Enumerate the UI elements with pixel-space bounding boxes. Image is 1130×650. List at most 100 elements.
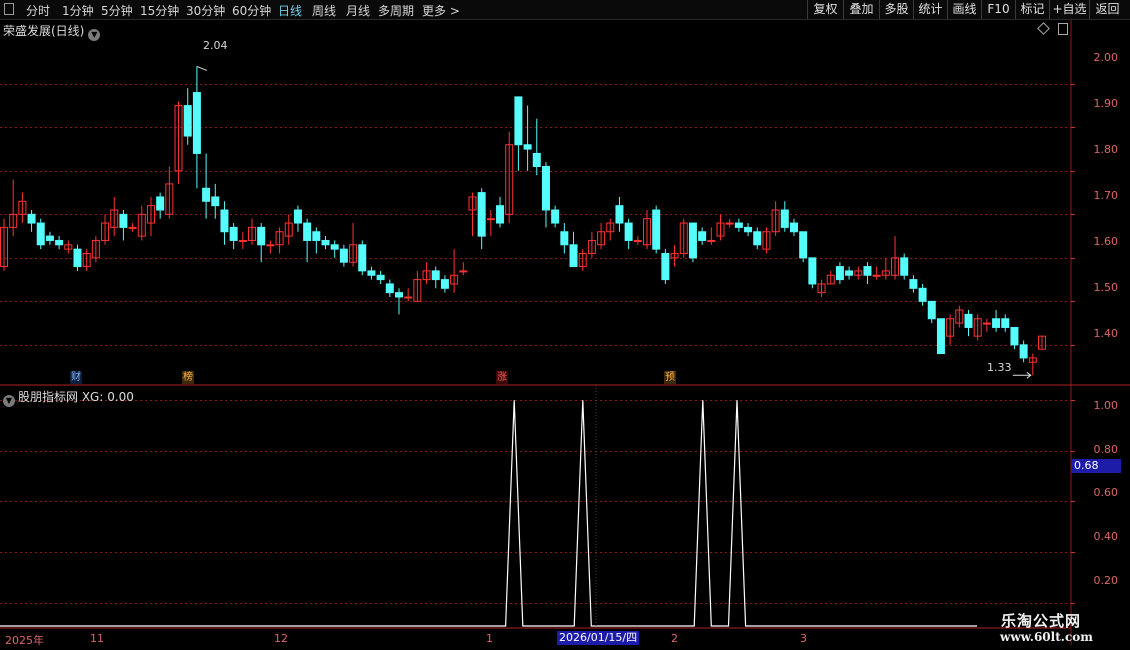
indicator-panel-title: ▼ 股朋指标网 XG: 0.00 [3,388,134,407]
candle-body-down [119,213,128,228]
candle-body-down [431,270,440,281]
candle-body-down [1019,344,1028,359]
candle-body-down [780,209,789,228]
candle-body-down [1001,318,1010,328]
indicator-y-tick-label: 1.00 [1093,399,1119,412]
indicator-y-tick-label: 0.40 [1093,530,1119,543]
candle-body-down [789,222,798,233]
candle-body-down [192,92,201,154]
candle-body-down [661,253,670,281]
candle-body-down [523,144,532,150]
candle-body-down [202,187,211,202]
candle-body-down [936,318,945,355]
candle-body-down [900,257,909,276]
candle-body-down [992,318,1001,328]
main-panel-title: 荣盛发展(日线) ▼ [3,22,103,41]
candle-body-up [266,244,275,247]
candle-body-down [156,196,165,211]
indicator-y-tick-label: 0.20 [1093,574,1119,587]
event-marker-limit-up[interactable]: 涨 [496,371,508,384]
candle-body-down [339,248,348,263]
candle-body-down [753,231,762,246]
candle-body-down [312,231,321,241]
candle-body-up [872,274,881,277]
candle-body-down [799,231,808,259]
y-tick-label: 1.70 [1093,189,1119,202]
candle-body-down [376,274,385,281]
high-arrow-icon [196,65,208,71]
candle-body-down [477,192,486,237]
candle-body-up [459,270,468,273]
candle-body-down [927,300,936,320]
y-tick-label: 1.50 [1093,281,1119,294]
candle-body-down [624,222,633,241]
candle-body-down [569,244,578,268]
event-marker-ranking[interactable]: 榜 [182,371,194,384]
candle-body-up [128,226,137,229]
candle-body-down [45,235,54,241]
main-panel-title-text: 荣盛发展(日线) [3,24,85,38]
candle-body-down [303,222,312,241]
candle-body-up [707,239,716,242]
candle-body-down [909,279,918,289]
low-price-label: 1.33 [987,361,1012,374]
y-tick-label: 1.90 [1093,97,1119,110]
maximize-icon[interactable] [1058,23,1068,35]
candle-body-down [385,283,394,294]
candle-body-down [863,266,872,276]
candle-body-down [211,196,220,207]
high-price-label: 2.04 [203,39,228,52]
indicator-y-tick-label: 0.80 [1093,443,1119,456]
candle-body-down [1010,326,1019,346]
indicator-panel-title-text: 股朋指标网 XG: 0.00 [18,390,134,404]
current-value-box: 0.68 [1071,459,1121,473]
candle-body-up [404,296,413,299]
date-axis-label: 1 [486,632,493,645]
candle-body-down [964,313,973,328]
candle-body-down [496,205,505,224]
y-tick-label: 1.60 [1093,235,1119,248]
candle-body-down [73,248,82,268]
date-axis-label: 2025年 [5,634,44,647]
event-marker-forecast[interactable]: 预 [664,371,676,384]
low-arrow-icon [1012,371,1032,379]
candle-body-down [615,205,624,224]
candle-body-up [982,322,991,325]
event-marker-finance[interactable]: 财 [70,371,82,384]
candle-body-down [835,266,844,281]
chevron-down-icon[interactable]: ▼ [88,29,101,41]
candle-body-down [541,166,550,211]
candle-body-down [734,222,743,228]
date-axis-label: 2 [671,632,678,645]
candle-body-down [36,222,45,246]
candle-body-down [183,105,192,137]
indicator-line [0,400,977,627]
stock-chart[interactable] [0,0,1130,650]
candle-body-down [551,209,560,224]
watermark-url: www.60lt.com [1000,630,1093,644]
cursor-date-label: 2026/01/15/四 [557,631,640,645]
candle-body-down [358,244,367,272]
candle-body-down [652,209,661,250]
candle-body-down [27,213,36,224]
candle-body-down [744,226,753,233]
y-tick-label: 1.40 [1093,327,1119,340]
date-axis-label: 3 [800,632,807,645]
candle-body-down [918,287,927,302]
y-tick-label: 2.00 [1093,51,1119,64]
candle-body-down [440,279,449,289]
candle-body-down [293,209,302,224]
candle-body-down [229,226,238,241]
candle-body-up [725,222,734,225]
candle-body-down [257,226,266,246]
candle-body-down [220,209,229,233]
chevron-down-icon[interactable]: ▼ [3,395,15,407]
candle-body-down [845,270,854,276]
candle-body-down [808,257,817,285]
date-axis-label: 12 [274,632,288,645]
date-axis-label: 11 [90,632,104,645]
candle-body-down [394,292,403,298]
watermark-title: 乐淘公式网 [1001,612,1082,630]
candle-body-down [688,222,697,259]
candle-body-up [486,218,495,221]
